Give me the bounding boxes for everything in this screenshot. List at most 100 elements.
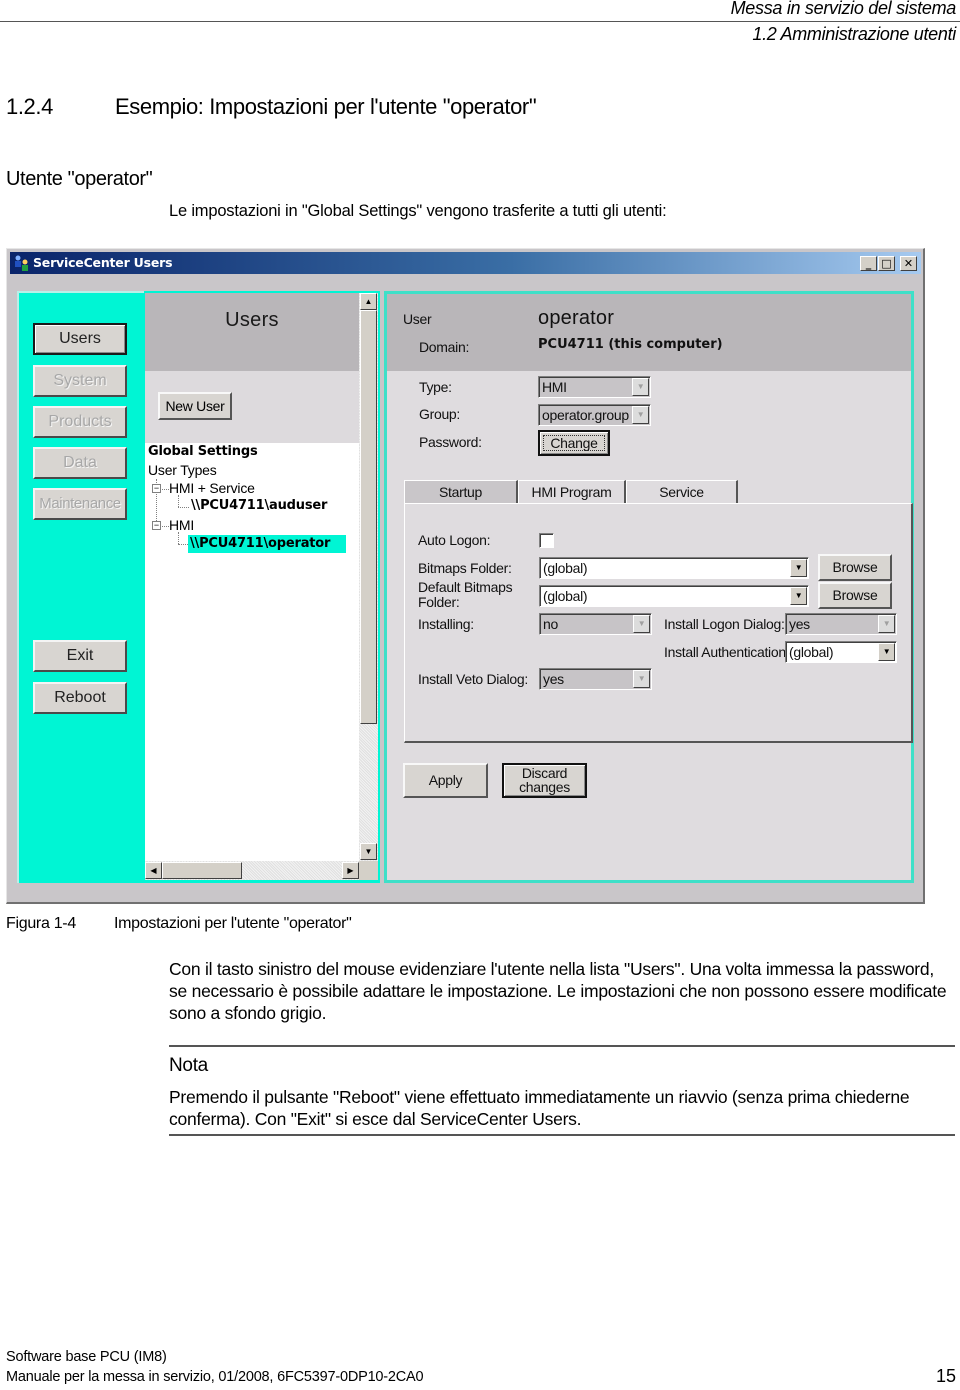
user-details-panel: User operator Domain: PCU4711 (this comp…: [384, 291, 914, 883]
dropdown-arrow-icon[interactable]: ▼: [790, 587, 807, 605]
close-icon: ✕: [903, 257, 914, 270]
startup-tab-page: Auto Logon: Bitmaps Folder: (global) ▼ B…: [404, 503, 913, 743]
tree-user-auduser[interactable]: \\PCU4711\auduser: [191, 498, 327, 513]
tree-connector: [178, 532, 179, 544]
scroll-right-icon[interactable]: ▶: [342, 862, 359, 879]
users-tree: Global Settings User Types − HMI + Servi…: [145, 443, 359, 861]
title-bar[interactable]: ServiceCenter Users _ □ ✕: [10, 252, 921, 274]
collapse-icon[interactable]: −: [152, 484, 161, 493]
new-user-button[interactable]: New User: [158, 392, 232, 420]
domain-value: PCU4711 (this computer): [538, 337, 723, 352]
password-label: Password:: [419, 434, 482, 450]
install-logon-label: Install Logon Dialog:: [664, 616, 785, 632]
scroll-left-icon[interactable]: ◀: [145, 862, 162, 879]
group-label: Group:: [419, 406, 460, 422]
running-header-section: 1.2 Amministrazione utenti: [752, 24, 956, 44]
group-select[interactable]: operator.group ▼: [538, 404, 651, 426]
exit-button[interactable]: Exit: [33, 640, 127, 672]
tree-user-types[interactable]: User Types: [148, 462, 217, 478]
section-title: Esempio: Impostazioni per l'utente "oper…: [115, 94, 537, 119]
tab-strip: Startup HMI Program Service: [404, 480, 744, 504]
scroll-down-icon[interactable]: ▼: [360, 843, 377, 860]
tree-group-hmi-service[interactable]: HMI + Service: [169, 480, 255, 496]
change-password-button[interactable]: Change: [538, 430, 610, 456]
discard-changes-button[interactable]: Discard changes: [502, 763, 587, 798]
users-toolbar: New User: [145, 371, 359, 443]
tab-service[interactable]: Service: [626, 480, 738, 504]
browse-default-bitmaps-button[interactable]: Browse: [818, 582, 892, 609]
dropdown-arrow-icon[interactable]: ▼: [790, 559, 807, 577]
default-bitmaps-label-line2: Folder:: [418, 594, 460, 610]
discard-label-line2: changes: [519, 779, 570, 795]
left-navigation: Users System Products Data Maintenance E…: [17, 291, 144, 883]
nav-users-button[interactable]: Users: [33, 323, 127, 355]
dropdown-arrow-icon[interactable]: ▼: [632, 406, 649, 424]
section-number: 1.2.4: [6, 94, 53, 119]
horizontal-scroll-thumb[interactable]: [162, 862, 242, 879]
nav-data-button[interactable]: Data: [33, 447, 127, 479]
installing-select[interactable]: no ▼: [539, 613, 652, 635]
subheading: Utente "operator": [6, 168, 153, 190]
auto-logon-checkbox[interactable]: [539, 533, 554, 548]
users-vertical-scrollbar[interactable]: ▲ ▼: [359, 293, 378, 861]
users-horizontal-scrollbar[interactable]: ◀ ▶: [145, 861, 359, 880]
maximize-icon: □: [881, 257, 892, 270]
dropdown-arrow-icon[interactable]: ▼: [633, 670, 650, 688]
group-value: operator.group: [542, 407, 629, 423]
collapse-icon[interactable]: −: [152, 521, 161, 530]
install-veto-value: yes: [543, 671, 564, 687]
users-panel: Users New User Global Settings User Type…: [144, 291, 380, 883]
users-panel-header: Users: [145, 293, 359, 371]
default-bitmaps-value: (global): [543, 588, 588, 604]
type-select[interactable]: HMI ▼: [538, 376, 651, 398]
reboot-button[interactable]: Reboot: [33, 682, 127, 714]
tab-hmi-program[interactable]: HMI Program: [518, 480, 626, 504]
tree-connector: [162, 489, 169, 490]
nav-products-button[interactable]: Products: [33, 406, 127, 438]
apply-button[interactable]: Apply: [403, 763, 488, 798]
footer-product: Software base PCU (IM8): [6, 1349, 167, 1365]
intro-text: Le impostazioni in "Global Settings" ven…: [169, 202, 667, 220]
domain-label: Domain:: [419, 339, 470, 355]
install-veto-label: Install Veto Dialog:: [418, 671, 528, 687]
scroll-up-icon[interactable]: ▲: [360, 293, 377, 310]
install-auth-label: Install Authentication:: [664, 644, 790, 660]
tree-user-operator-selected[interactable]: \\PCU4711\operator: [188, 535, 346, 553]
dropdown-arrow-icon[interactable]: ▼: [632, 378, 649, 396]
running-header-chapter: Messa in servizio del sistema: [730, 0, 957, 18]
install-logon-select[interactable]: yes ▼: [785, 613, 897, 635]
nav-system-button[interactable]: System: [33, 365, 127, 397]
dropdown-arrow-icon[interactable]: ▼: [878, 643, 895, 661]
note-title: Nota: [169, 1055, 208, 1076]
minimize-button[interactable]: _: [860, 256, 877, 271]
bitmaps-folder-value: (global): [543, 560, 588, 576]
footer-manual: Manuale per la messa in servizio, 01/200…: [6, 1369, 424, 1385]
user-name-value: operator: [538, 307, 615, 329]
servicecenter-users-window: ServiceCenter Users _ □ ✕ Users System P…: [6, 248, 925, 904]
nav-maintenance-button[interactable]: Maintenance: [33, 488, 127, 520]
user-label: User: [403, 311, 432, 327]
auto-logon-label: Auto Logon:: [418, 532, 491, 548]
dropdown-arrow-icon[interactable]: ▼: [878, 615, 895, 633]
tree-connector: [178, 495, 179, 507]
install-auth-select[interactable]: (global) ▼: [785, 641, 897, 663]
tab-startup[interactable]: Startup: [404, 480, 518, 504]
maximize-button[interactable]: □: [878, 256, 895, 271]
page-number: 15: [935, 1366, 956, 1386]
vertical-scroll-thumb[interactable]: [360, 310, 377, 724]
default-bitmaps-select[interactable]: (global) ▼: [539, 585, 809, 607]
bitmaps-folder-select[interactable]: (global) ▼: [539, 557, 809, 579]
browse-bitmaps-button[interactable]: Browse: [818, 554, 892, 581]
scrollbar-corner: [359, 861, 378, 880]
figure-caption: Impostazioni per l'utente "operator": [114, 915, 352, 932]
type-value: HMI: [542, 379, 567, 395]
tree-global-settings[interactable]: Global Settings: [148, 444, 258, 459]
tree-group-hmi[interactable]: HMI: [169, 517, 194, 533]
install-veto-select[interactable]: yes ▼: [539, 668, 652, 690]
header-divider: [0, 21, 960, 22]
dropdown-arrow-icon[interactable]: ▼: [633, 615, 650, 633]
figure-number: Figura 1-4: [6, 915, 76, 932]
installing-value: no: [543, 616, 558, 632]
close-button[interactable]: ✕: [900, 256, 917, 271]
focus-ring: [543, 435, 605, 451]
